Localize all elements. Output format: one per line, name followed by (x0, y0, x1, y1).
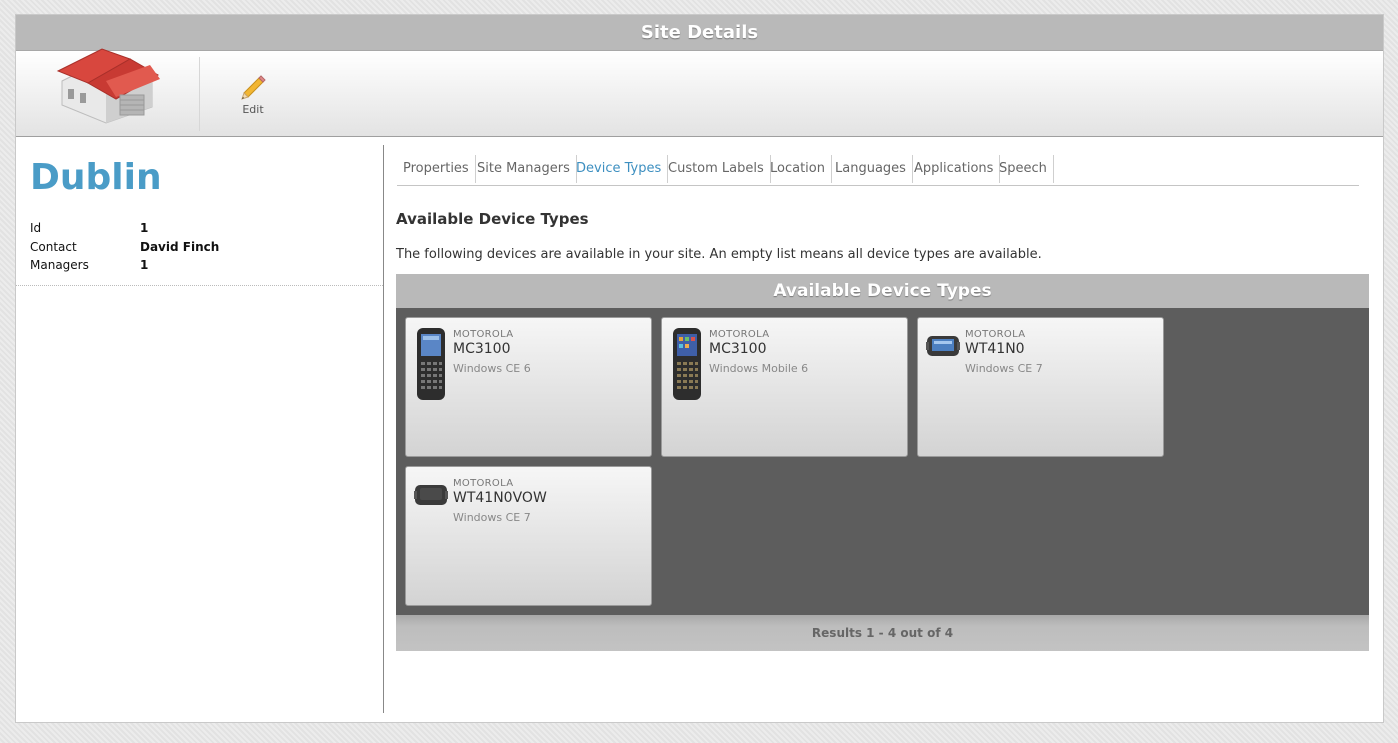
property-value: David Finch (140, 239, 220, 254)
property-key: Managers (30, 258, 89, 272)
window-title: Site Details (16, 15, 1383, 51)
tab-applications[interactable]: Applications (908, 155, 1001, 183)
handheld-scanner-color-icon (673, 328, 701, 400)
property-key: Contact (30, 239, 77, 254)
warehouse-icon (56, 48, 160, 124)
tab-location[interactable]: Location (764, 155, 832, 183)
tab-custom-labels[interactable]: Custom Labels (662, 155, 771, 183)
device-card[interactable]: MOTOROLA MC3100 Windows Mobile 6 (661, 317, 908, 457)
toolbar: Edit (16, 48, 1383, 137)
device-card[interactable]: MOTOROLA WT41N0VOW Windows CE 7 (405, 466, 652, 606)
edit-button-label: Edit (242, 103, 264, 116)
device-type-grid: Available Device Types MOTOROLA MC3100 W… (396, 274, 1369, 651)
device-model: MC3100 (709, 341, 767, 357)
property-row: Id 1 (30, 221, 330, 240)
panel-divider (383, 145, 384, 713)
property-key: Id (30, 221, 42, 235)
wearable-terminal-icon (926, 336, 960, 356)
section-description: The following devices are available in y… (396, 247, 1042, 262)
divider (16, 285, 383, 286)
device-card[interactable]: MOTOROLA MC3100 Windows CE 6 (405, 317, 652, 457)
device-os: Windows CE 7 (965, 362, 1043, 375)
tab-properties[interactable]: Properties (397, 155, 476, 183)
results-count: Results 1 - 4 out of 4 (396, 615, 1369, 651)
tab-device-types[interactable]: Device Types (570, 155, 669, 183)
tab-site-managers[interactable]: Site Managers (471, 155, 577, 183)
section-title: Available Device Types (396, 210, 589, 228)
wearable-terminal-voice-icon (414, 485, 448, 505)
device-vendor: MOTOROLA (453, 329, 514, 340)
property-value: 1 (140, 221, 149, 235)
pencil-icon (241, 75, 266, 100)
tab-bar: Properties Site Managers Device Types Cu… (397, 155, 1359, 186)
device-model: MC3100 (453, 341, 511, 357)
device-os: Windows CE 7 (453, 511, 531, 524)
site-details-window: Site Details Edit Dublin Id 1 Contact Da… (15, 14, 1384, 723)
device-vendor: MOTOROLA (453, 478, 514, 489)
property-row: Managers 1 (30, 258, 330, 277)
device-os: Windows CE 6 (453, 362, 531, 375)
device-model: WT41N0 (965, 341, 1025, 357)
device-model: WT41N0VOW (453, 490, 547, 506)
handheld-scanner-icon (417, 328, 445, 400)
property-value: 1 (140, 258, 149, 272)
device-vendor: MOTOROLA (965, 329, 1026, 340)
edit-button[interactable]: Edit (231, 71, 275, 123)
tab-speech[interactable]: Speech (993, 155, 1054, 183)
property-row: Contact David Finch (30, 240, 330, 259)
tab-languages[interactable]: Languages (829, 155, 913, 183)
device-vendor: MOTOROLA (709, 329, 770, 340)
device-card[interactable]: MOTOROLA WT41N0 Windows CE 7 (917, 317, 1164, 457)
device-os: Windows Mobile 6 (709, 362, 809, 375)
site-properties: Id 1 Contact David Finch Managers 1 (30, 221, 330, 277)
grid-header: Available Device Types (396, 274, 1369, 308)
toolbar-separator (199, 57, 200, 131)
site-name: Dublin (30, 157, 162, 198)
